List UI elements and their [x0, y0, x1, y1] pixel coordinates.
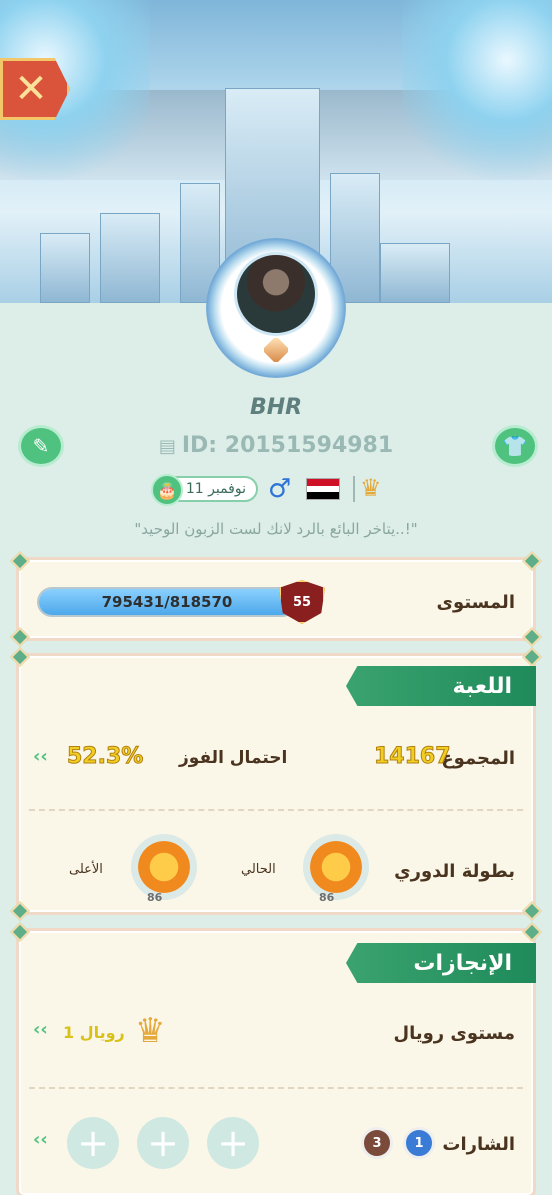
chevron-left-icon[interactable]: ‹‹: [33, 1129, 48, 1150]
avatar: [234, 252, 318, 336]
corner-ornament: [522, 551, 542, 571]
divider: [29, 809, 523, 811]
corner-ornament: [522, 901, 542, 921]
highest-league-number: 86: [147, 891, 163, 904]
chevron-left-icon[interactable]: ‹‹: [33, 746, 48, 767]
divider: [353, 476, 355, 502]
profile-tags: 🎂 11 نوفمبر ♂ ♛: [0, 472, 552, 506]
game-stats-card: اللعبة المجموع 14167 احتمال الفوز 52.3% …: [10, 647, 542, 921]
league-label: بطولة الدوري: [394, 861, 515, 882]
current-league-number: 86: [319, 891, 335, 904]
highest-league-label: الأعلى: [69, 862, 103, 877]
divider: [29, 1087, 523, 1089]
building: [100, 213, 160, 303]
badge-count-bronze: 3: [361, 1127, 393, 1159]
bio-text: "يتاخر البائع بالرد لانك لست الزبون الوح…: [134, 520, 418, 538]
corner-ornament: [522, 922, 542, 942]
player-name: BHR: [249, 395, 303, 420]
current-league-badge-icon[interactable]: 86: [303, 834, 369, 904]
crown-icon: ♛: [135, 1011, 166, 1051]
corner-ornament: [10, 647, 30, 667]
game-section-header: اللعبة: [346, 666, 536, 706]
level-badge: 55: [279, 580, 325, 624]
highest-league-badge-icon[interactable]: 86: [131, 834, 197, 904]
cake-icon: 🎂: [151, 474, 183, 506]
achievements-section-header: الإنجازات: [346, 943, 536, 983]
winrate-label: احتمال الفوز: [179, 748, 288, 768]
winrate-value: 52.3%: [66, 744, 144, 770]
player-id: ID: 20151594981: [181, 433, 394, 458]
achievements-card: الإنجازات مستوى رويال ♛ رويال 1 ‹‹ الشار…: [10, 922, 542, 1195]
corner-ornament: [522, 627, 542, 647]
badge-count-blue: 1: [403, 1127, 435, 1159]
corner-ornament: [522, 647, 542, 667]
level-label: المستوى: [436, 592, 515, 613]
level-progress-text: 795431/818570: [101, 593, 233, 611]
level-card: 795431/818570 55 المستوى: [10, 551, 542, 647]
corner-ornament: [10, 922, 30, 942]
add-badge-button[interactable]: +: [137, 1117, 189, 1169]
badges-label: الشارات: [442, 1134, 515, 1155]
birthday-tag: 🎂 11 نوفمبر: [151, 474, 258, 506]
add-badge-button[interactable]: +: [207, 1117, 259, 1169]
avatar-frame[interactable]: [206, 238, 346, 378]
iraq-flag-icon: [306, 478, 340, 500]
chevron-left-icon[interactable]: ‹‹: [33, 1019, 48, 1040]
building: [380, 243, 450, 303]
birthday-text: 11 نوفمبر: [185, 481, 246, 497]
royal-level-value: رويال 1: [63, 1023, 125, 1042]
male-icon: ♂: [268, 474, 292, 504]
corner-ornament: [10, 551, 30, 571]
corner-ornament: [10, 901, 30, 921]
corner-ornament: [10, 627, 30, 647]
building: [40, 233, 90, 303]
level-progress-bar: 795431/818570: [37, 587, 297, 617]
crown-icon[interactable]: ♛: [360, 474, 400, 504]
level-number: 55: [292, 594, 312, 610]
ice-frame-right: [402, 0, 552, 200]
current-league-label: الحالي: [241, 862, 276, 877]
add-badge-button[interactable]: +: [67, 1117, 119, 1169]
player-id-row[interactable]: ▤ ID: 20151594981: [0, 433, 552, 458]
total-value: 14167: [374, 744, 452, 770]
copy-icon: ▤: [158, 436, 176, 457]
total-label: المجموع: [441, 748, 515, 769]
close-icon: ✕: [14, 66, 48, 112]
royal-level-label: مستوى رويال: [393, 1023, 515, 1044]
